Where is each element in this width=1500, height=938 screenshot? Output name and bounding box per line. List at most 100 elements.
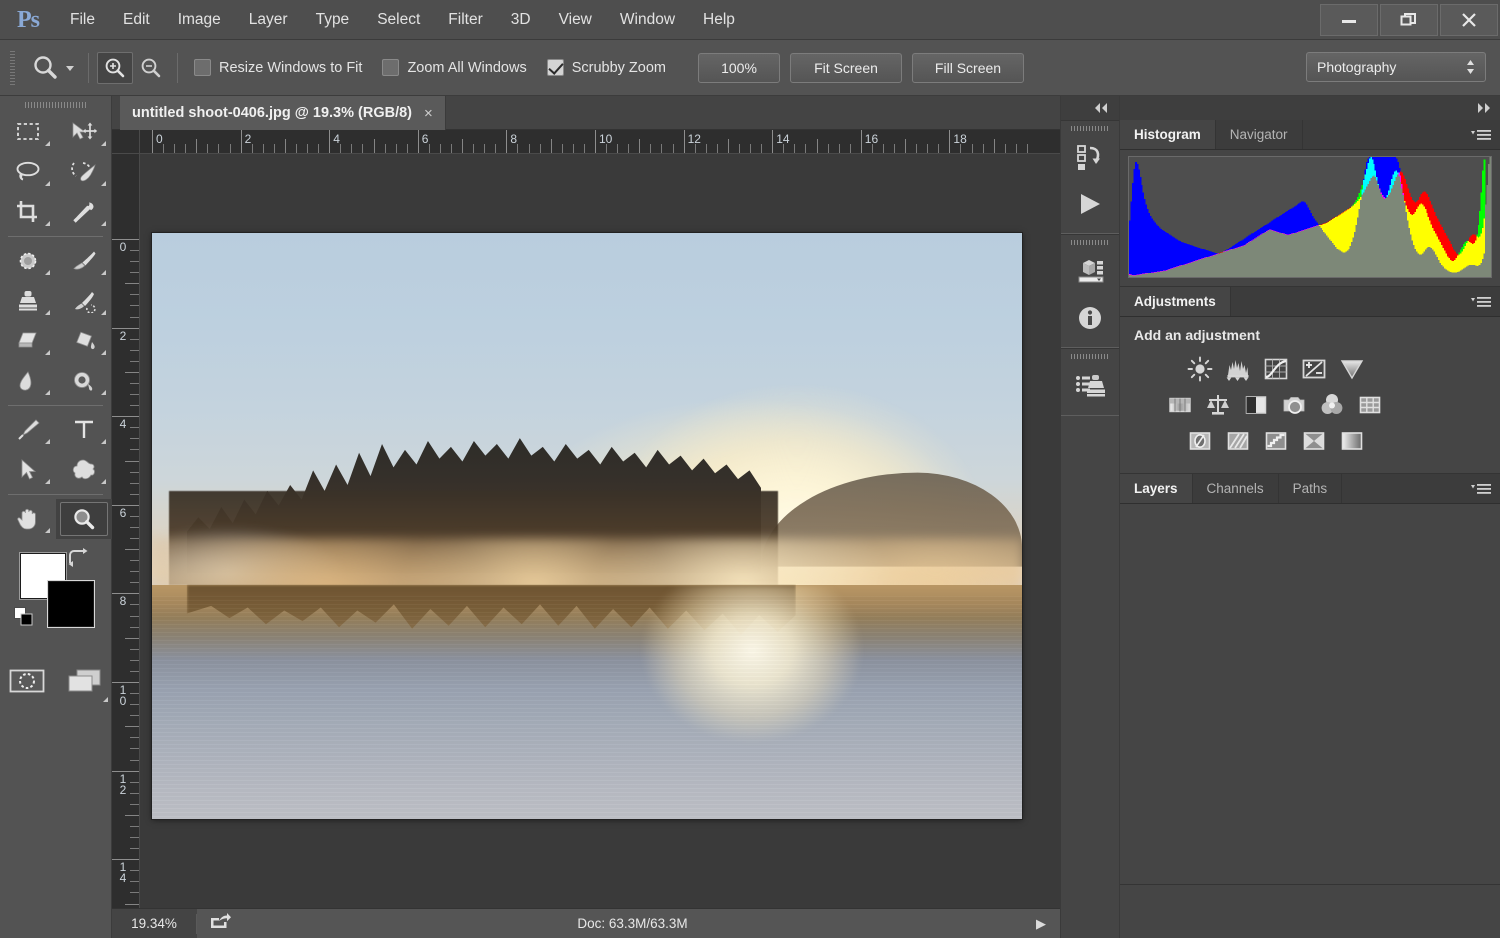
image-canvas[interactable]	[152, 233, 1022, 819]
vibrance-icon[interactable]	[1338, 355, 1366, 383]
menu-3d[interactable]: 3D	[497, 0, 545, 40]
tab-navigator[interactable]: Navigator	[1216, 120, 1303, 149]
zoom-tool[interactable]	[56, 499, 112, 539]
channel-mixer-icon[interactable]	[1318, 391, 1346, 419]
adjustments-panel-menu-button[interactable]	[1470, 293, 1492, 311]
tab-layers[interactable]: Layers	[1120, 474, 1193, 503]
color-balance-icon[interactable]	[1204, 391, 1232, 419]
selective-color-icon[interactable]	[1338, 427, 1366, 455]
hand-tool[interactable]	[0, 499, 56, 539]
document-tab[interactable]: untitled shoot-0406.jpg @ 19.3% (RGB/8) …	[120, 96, 446, 130]
curves-icon[interactable]	[1262, 355, 1290, 383]
swap-colors-icon[interactable]	[66, 547, 90, 574]
actions-panel-button[interactable]	[1061, 181, 1119, 227]
chevron-down-icon[interactable]	[64, 62, 76, 74]
rail-grip[interactable]	[1061, 235, 1119, 249]
rail-grip[interactable]	[1061, 121, 1119, 135]
zoom-all-windows-checkbox[interactable]: Zoom All Windows	[382, 59, 527, 76]
blur-tool[interactable]	[0, 361, 56, 401]
history-brush-tool[interactable]	[56, 281, 112, 321]
fit-screen-button[interactable]: Fit Screen	[790, 52, 902, 83]
menu-type[interactable]: Type	[302, 0, 364, 40]
gradient-tool[interactable]	[56, 321, 112, 361]
path-selection-tool[interactable]	[0, 450, 56, 490]
brightness-contrast-icon[interactable]	[1186, 355, 1214, 383]
share-icon[interactable]	[197, 912, 243, 935]
eyedropper-tool[interactable]	[56, 192, 112, 232]
levels-icon[interactable]	[1224, 355, 1252, 383]
zoom-in-button[interactable]	[97, 51, 133, 84]
menu-help[interactable]: Help	[689, 0, 749, 40]
histogram-panel-menu-button[interactable]	[1470, 126, 1492, 144]
spot-healing-brush-tool[interactable]	[0, 241, 56, 281]
type-tool[interactable]	[56, 410, 112, 450]
scrubby-zoom-checkbox[interactable]: Scrubby Zoom	[546, 59, 666, 76]
fill-screen-button[interactable]: Fill Screen	[912, 52, 1024, 83]
default-colors-icon[interactable]	[14, 607, 34, 632]
status-doc-info[interactable]: Doc: 63.3M/63.3M ▶	[197, 908, 1060, 938]
info-panel-button[interactable]	[1061, 295, 1119, 341]
exposure-icon[interactable]	[1300, 355, 1328, 383]
tab-adjustments[interactable]: Adjustments	[1120, 287, 1231, 316]
properties-panel-button[interactable]	[1061, 249, 1119, 295]
menu-file[interactable]: File	[56, 0, 109, 40]
layers-panel-menu-button[interactable]	[1470, 480, 1492, 498]
tab-channels[interactable]: Channels	[1193, 474, 1279, 503]
styles-panel-button[interactable]	[1061, 363, 1119, 409]
history-panel-button[interactable]	[1061, 135, 1119, 181]
threshold-icon[interactable]	[1262, 427, 1290, 455]
tab-paths[interactable]: Paths	[1279, 474, 1343, 503]
current-tool-preview[interactable]	[26, 53, 80, 83]
photo-filter-icon[interactable]	[1280, 391, 1308, 419]
gradient-map-icon[interactable]	[1300, 427, 1328, 455]
screen-mode-button[interactable]	[66, 667, 108, 702]
posterize-icon[interactable]	[1224, 427, 1252, 455]
resize-windows-to-fit-checkbox[interactable]: Resize Windows to Fit	[194, 59, 362, 76]
menu-view[interactable]: View	[545, 0, 606, 40]
hue-saturation-icon[interactable]	[1166, 391, 1194, 419]
canvas-background[interactable]	[140, 154, 1060, 908]
zoom-out-button[interactable]	[133, 52, 169, 84]
black-and-white-icon[interactable]	[1242, 391, 1270, 419]
menu-filter[interactable]: Filter	[434, 0, 496, 40]
tab-histogram[interactable]: Histogram	[1120, 120, 1216, 149]
quick-mask-button[interactable]	[8, 667, 46, 700]
layers-panel-body[interactable]	[1120, 504, 1500, 884]
color-lookup-icon[interactable]	[1356, 391, 1384, 419]
rail-collapse-button[interactable]	[1061, 96, 1119, 120]
brush-tool[interactable]	[56, 241, 112, 281]
clone-stamp-tool[interactable]	[0, 281, 56, 321]
dodge-tool[interactable]	[56, 361, 112, 401]
lasso-tool[interactable]	[0, 152, 56, 192]
zoom-100-percent-button[interactable]: 100%	[698, 52, 780, 83]
restore-button[interactable]	[1380, 4, 1438, 36]
menu-select[interactable]: Select	[363, 0, 434, 40]
histogram-chart[interactable]	[1128, 156, 1492, 278]
background-color-swatch[interactable]	[48, 581, 94, 627]
pen-tool[interactable]	[0, 410, 56, 450]
status-expand-arrow[interactable]: ▶	[1022, 916, 1060, 932]
menu-layer[interactable]: Layer	[235, 0, 302, 40]
eraser-tool[interactable]	[0, 321, 56, 361]
status-zoom-level[interactable]: 19.34%	[112, 916, 196, 931]
ruler-corner[interactable]	[112, 130, 140, 154]
rail-grip[interactable]	[1061, 349, 1119, 363]
horizontal-ruler[interactable]: 0 2 4 6 8 10 12 14 16 18	[140, 130, 1060, 154]
tools-panel-grip[interactable]	[0, 96, 111, 112]
custom-shape-tool[interactable]	[56, 450, 112, 490]
panel-expand-button[interactable]	[1120, 96, 1500, 120]
menu-image[interactable]: Image	[164, 0, 235, 40]
minimize-button[interactable]	[1320, 4, 1378, 36]
vertical-ruler[interactable]: 0 2 4 6 8 10 12 14	[112, 154, 140, 938]
close-button[interactable]	[1440, 4, 1498, 36]
quick-selection-tool[interactable]	[56, 152, 112, 192]
options-bar-grip[interactable]	[6, 50, 20, 85]
crop-tool[interactable]	[0, 192, 56, 232]
invert-icon[interactable]	[1186, 427, 1214, 455]
menu-window[interactable]: Window	[606, 0, 689, 40]
document-tab-close-icon[interactable]: ×	[424, 105, 433, 122]
rectangular-marquee-tool[interactable]	[0, 112, 56, 152]
menu-edit[interactable]: Edit	[109, 0, 164, 40]
move-tool[interactable]	[56, 112, 112, 152]
workspace-selector[interactable]: Photography	[1306, 52, 1486, 82]
